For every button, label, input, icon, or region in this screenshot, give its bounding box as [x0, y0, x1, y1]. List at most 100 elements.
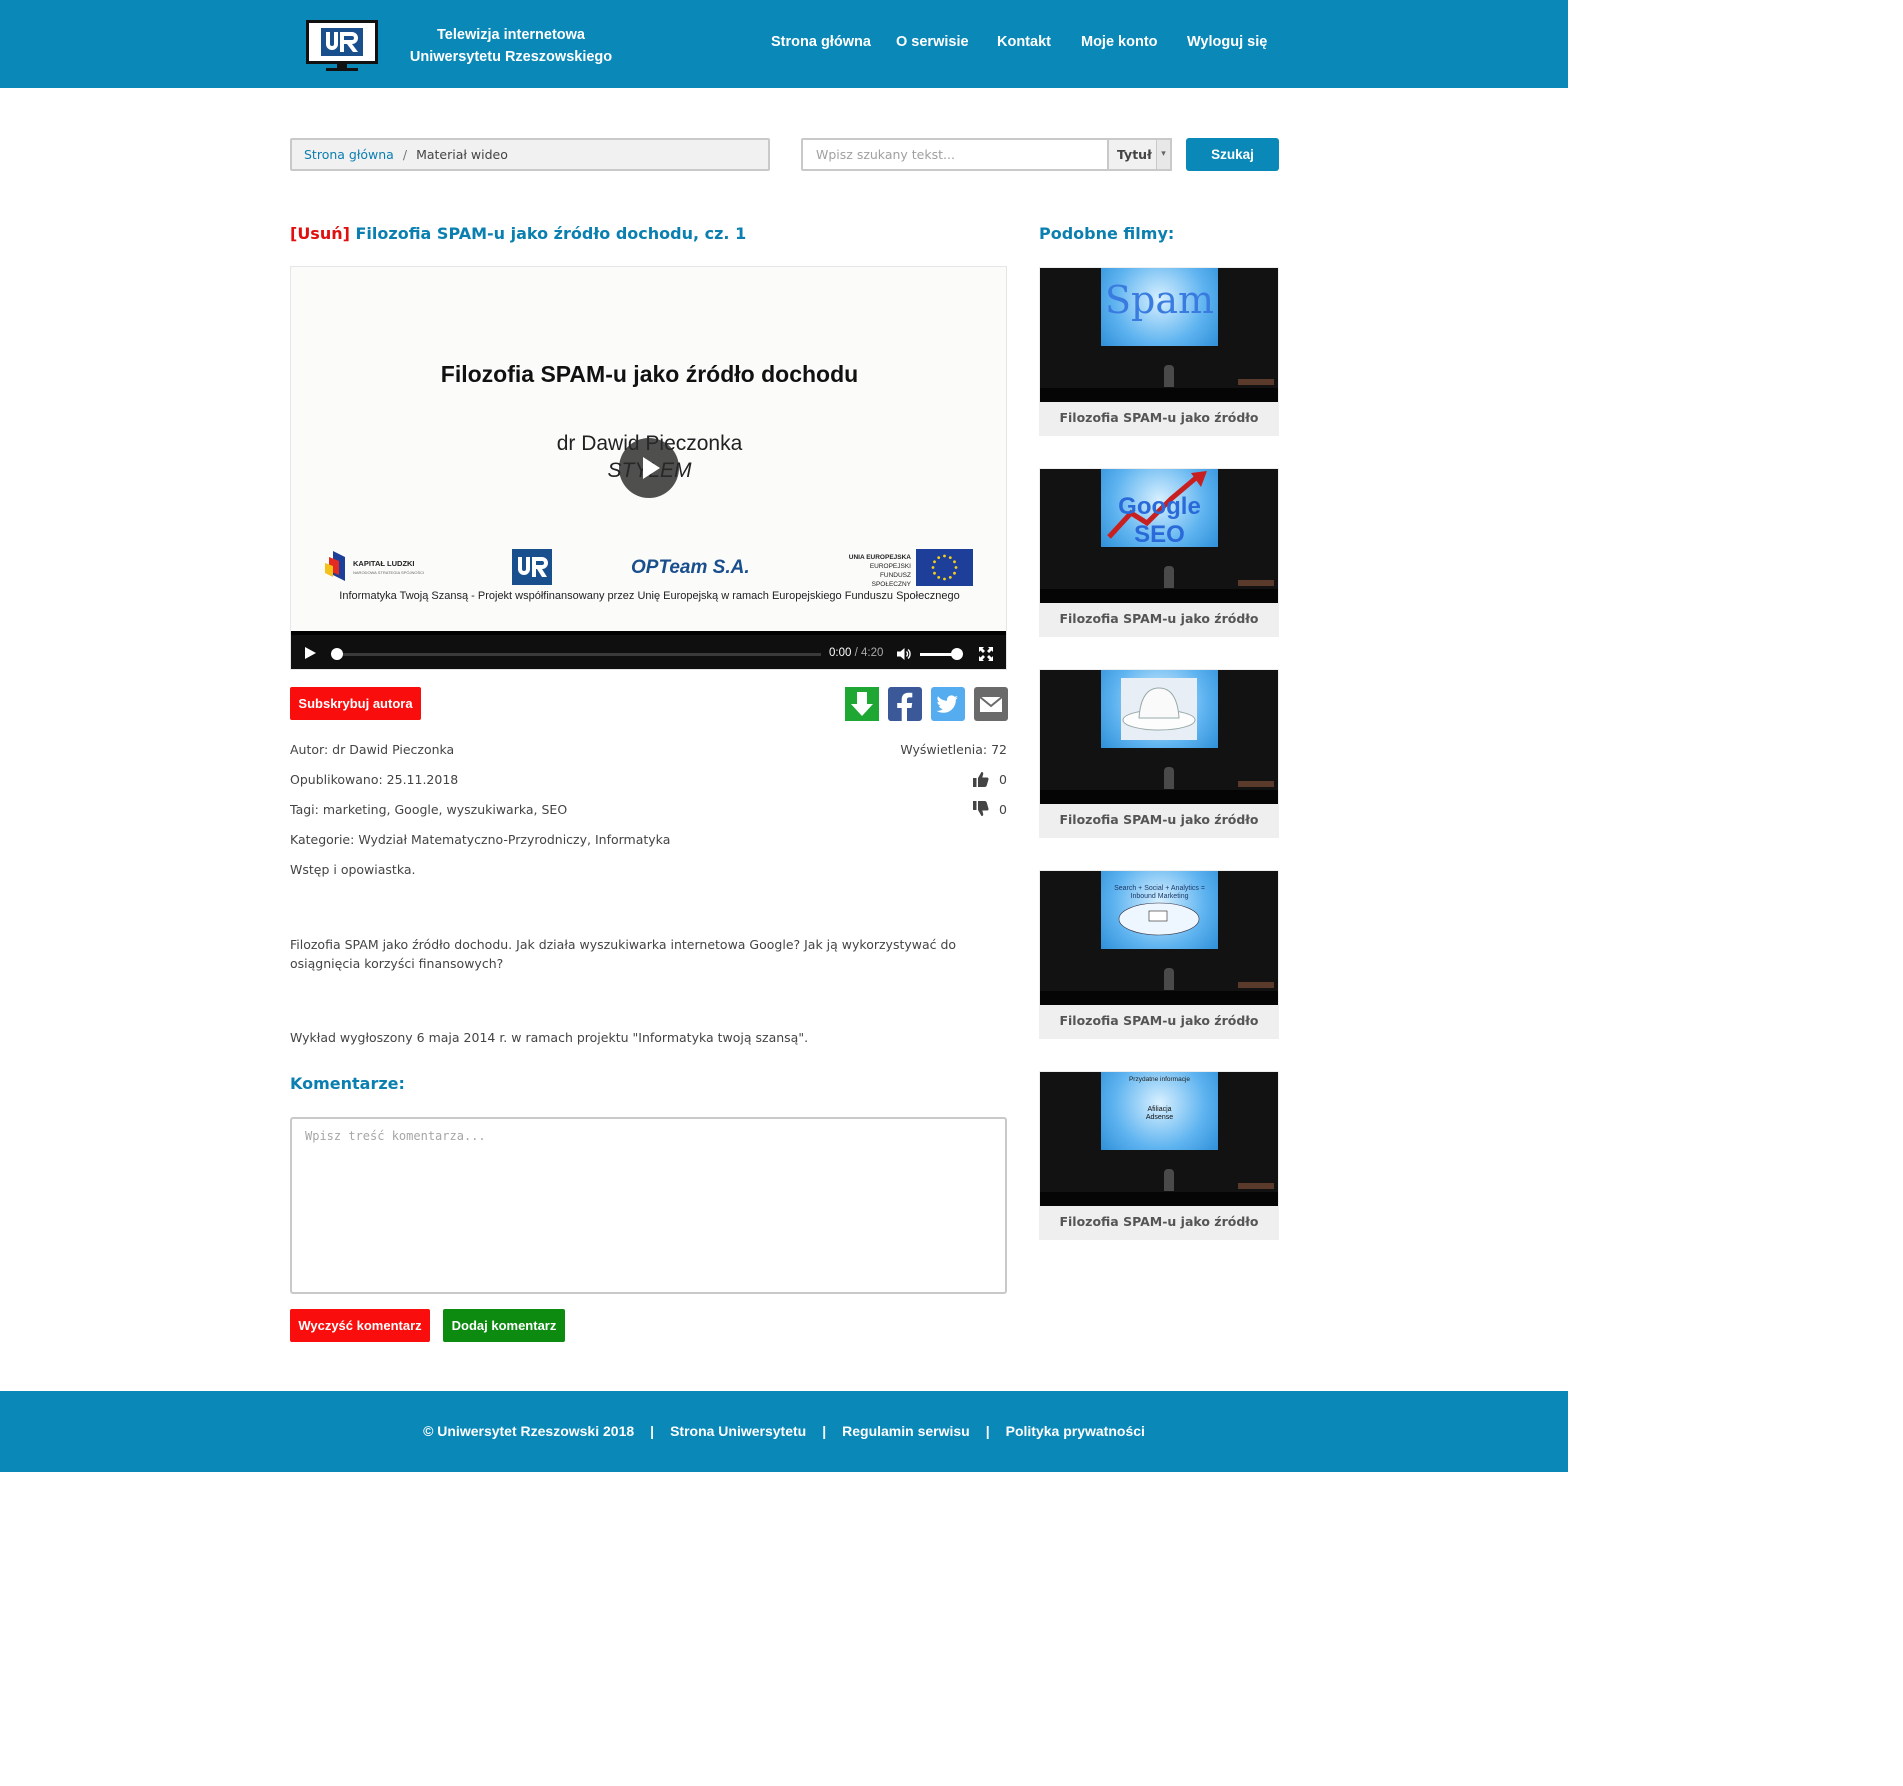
- slide-logos: KAPITAŁ LUDZKI NARODOWA STRATEGIA SPÓJNO…: [321, 549, 981, 589]
- description-p2: Filozofia SPAM jako źródło dochodu. Jak …: [290, 937, 957, 971]
- progress-bar[interactable]: [333, 653, 821, 656]
- breadcrumb-home-link[interactable]: Strona główna: [304, 147, 394, 162]
- footer-copyright: © Uniwersytet Rzeszowski 2018: [423, 1423, 635, 1439]
- site-header: Telewizja internetowa Uniwersytetu Rzesz…: [0, 0, 1568, 88]
- similar-video-title[interactable]: Filozofia SPAM-u jako źródło: [1039, 611, 1279, 626]
- thumbnail-screen-text: Google SEO: [1118, 493, 1201, 548]
- search-input[interactable]: [801, 138, 1108, 171]
- time-separator: /: [854, 647, 858, 659]
- add-comment-button[interactable]: Dodaj komentarz: [443, 1309, 565, 1342]
- search-button[interactable]: Szukaj: [1186, 138, 1279, 171]
- video-thumbnail[interactable]: Google SEO: [1040, 469, 1278, 603]
- similar-video-title[interactable]: Filozofia SPAM-u jako źródło: [1039, 410, 1279, 425]
- thumbs-down-icon[interactable]: [973, 801, 989, 817]
- thumbnail-person: [1164, 968, 1174, 990]
- eu-flag-icon: [916, 549, 973, 586]
- progress-handle[interactable]: [331, 648, 343, 660]
- cowboy-hat-icon: [1121, 678, 1197, 740]
- nav-home[interactable]: Strona główna: [771, 34, 871, 50]
- thumbnail-watermark: [1238, 982, 1274, 988]
- subscribe-author-button[interactable]: Subskrybuj autora: [290, 687, 421, 720]
- ur-logo-icon: [512, 549, 552, 585]
- footer-separator: |: [985, 1423, 990, 1439]
- search-field-select[interactable]: Tytuł ▾: [1107, 138, 1172, 171]
- site-logo-icon[interactable]: [306, 20, 378, 72]
- similar-videos-title: Podobne filmy:: [1039, 224, 1175, 243]
- footer-link-terms[interactable]: Regulamin serwisu: [842, 1423, 970, 1439]
- similar-video-card[interactable]: Filozofia SPAM-u jako źródło: [1039, 669, 1279, 838]
- site-title: Telewizja internetowa Uniwersytetu Rzesz…: [402, 24, 620, 68]
- time-duration: 4:20: [861, 647, 884, 659]
- thumbnail-screen: Google SEO: [1101, 469, 1218, 548]
- download-icon[interactable]: [845, 687, 879, 721]
- footer-link-privacy[interactable]: Polityka prywatności: [1006, 1423, 1145, 1439]
- footer-separator: |: [822, 1423, 827, 1439]
- video-thumbnail[interactable]: [1040, 670, 1278, 804]
- comments-title: Komentarze:: [290, 1074, 405, 1093]
- similar-video-title[interactable]: Filozofia SPAM-u jako źródło: [1039, 1013, 1279, 1028]
- thumbnail-floor: [1040, 589, 1278, 603]
- nav-about[interactable]: O serwisie: [896, 34, 969, 50]
- meta-views-label: Wyświetlenia:: [900, 742, 988, 757]
- thumbnail-watermark: [1238, 580, 1274, 586]
- nav-my-account[interactable]: Moje konto: [1081, 34, 1158, 50]
- meta-categories-value[interactable]: Wydział Matematyczno-Przyrodniczy, Infor…: [358, 832, 670, 847]
- slide-title: Filozofia SPAM-u jako źródło dochodu: [440, 361, 859, 387]
- time-display: 0:00 / 4:20: [829, 647, 883, 659]
- thumbnail-watermark: [1238, 1183, 1274, 1189]
- thumbnail-floor: [1040, 1192, 1278, 1206]
- breadcrumb-separator: /: [402, 147, 408, 162]
- video-player[interactable]: Filozofia SPAM-u jako źródło dochodu dr …: [290, 266, 1007, 670]
- twitter-icon[interactable]: [931, 687, 965, 721]
- video-title: [Usuń] Filozofia SPAM-u jako źródło doch…: [290, 224, 746, 243]
- search-select-value: Tytuł: [1117, 147, 1152, 162]
- similar-video-card[interactable]: Search + Social + Analytics = Inbound Ma…: [1039, 870, 1279, 1039]
- controls-divider: [291, 631, 1006, 635]
- breadcrumb-current: Materiał wideo: [416, 147, 508, 162]
- site-title-line2: Uniwersytetu Rzeszowskiego: [409, 49, 613, 65]
- play-overlay-icon[interactable]: [619, 438, 679, 498]
- meta-published-value: 25.11.2018: [386, 772, 459, 787]
- chevron-down-icon: ▾: [1156, 140, 1170, 169]
- description-p3: Wykład wygłoszony 6 maja 2014 r. w ramac…: [290, 1030, 809, 1045]
- thumbnail-floor: [1040, 991, 1278, 1005]
- meta-published-label: Opublikowano:: [290, 772, 383, 787]
- delete-video-link[interactable]: [Usuń]: [290, 224, 350, 243]
- meta-categories: Kategorie: Wydział Matematyczno-Przyrodn…: [290, 832, 670, 847]
- description-p1: Wstęp i opowiastka.: [290, 862, 416, 877]
- likes-count: 0: [999, 772, 1007, 787]
- thumbnail-floor: [1040, 790, 1278, 804]
- thumbs-up-icon[interactable]: [973, 771, 989, 787]
- clear-comment-button[interactable]: Wyczyść komentarz: [290, 1309, 430, 1342]
- thumbnail-screen: Spam: [1101, 268, 1218, 346]
- meta-views-value: 72: [991, 742, 1007, 757]
- volume-icon[interactable]: [897, 647, 911, 661]
- video-thumbnail[interactable]: Search + Social + Analytics = Inbound Ma…: [1040, 871, 1278, 1005]
- nav-logout[interactable]: Wyloguj się: [1187, 34, 1267, 50]
- kapital-ludzki-subtext: NARODOWA STRATEGIA SPÓJNOŚCI: [353, 570, 425, 575]
- email-icon[interactable]: [974, 687, 1008, 721]
- video-thumbnail[interactable]: Przydatne informacje Afiliacja Adsense: [1040, 1072, 1278, 1206]
- similar-video-card[interactable]: Przydatne informacje Afiliacja Adsense F…: [1039, 1071, 1279, 1240]
- facebook-icon[interactable]: [888, 687, 922, 721]
- similar-video-title[interactable]: Filozofia SPAM-u jako źródło: [1039, 812, 1279, 827]
- ue-line1: UNIA EUROPEJSKA: [848, 554, 911, 561]
- similar-video-card[interactable]: Google SEO Filozofia SPAM-u jako źródło: [1039, 468, 1279, 637]
- nav-contact[interactable]: Kontakt: [997, 34, 1051, 50]
- diagram-icon: [1118, 902, 1200, 936]
- footer-links: © Uniwersytet Rzeszowski 2018 | Strona Uni…: [0, 1423, 1568, 1439]
- similar-video-title[interactable]: Filozofia SPAM-u jako źródło: [1039, 1214, 1279, 1229]
- fullscreen-icon[interactable]: [979, 647, 993, 661]
- comment-textarea[interactable]: [290, 1117, 1007, 1294]
- footer-link-university[interactable]: Strona Uniwersytetu: [670, 1423, 806, 1439]
- meta-tags-value[interactable]: marketing, Google, wyszukiwarka, SEO: [323, 802, 567, 817]
- thumbnail-screen: [1101, 670, 1218, 748]
- play-icon[interactable]: [305, 647, 316, 659]
- ue-line3: FUNDUSZ SPOŁECZNY: [871, 572, 911, 588]
- site-title-line1: Telewizja internetowa: [437, 27, 585, 43]
- thumbnail-screen-text: Spam: [1104, 278, 1215, 322]
- thumbnail-watermark: [1238, 379, 1274, 385]
- video-thumbnail[interactable]: Spam: [1040, 268, 1278, 402]
- volume-handle[interactable]: [951, 648, 963, 660]
- similar-video-card[interactable]: Spam Filozofia SPAM-u jako źródło: [1039, 267, 1279, 436]
